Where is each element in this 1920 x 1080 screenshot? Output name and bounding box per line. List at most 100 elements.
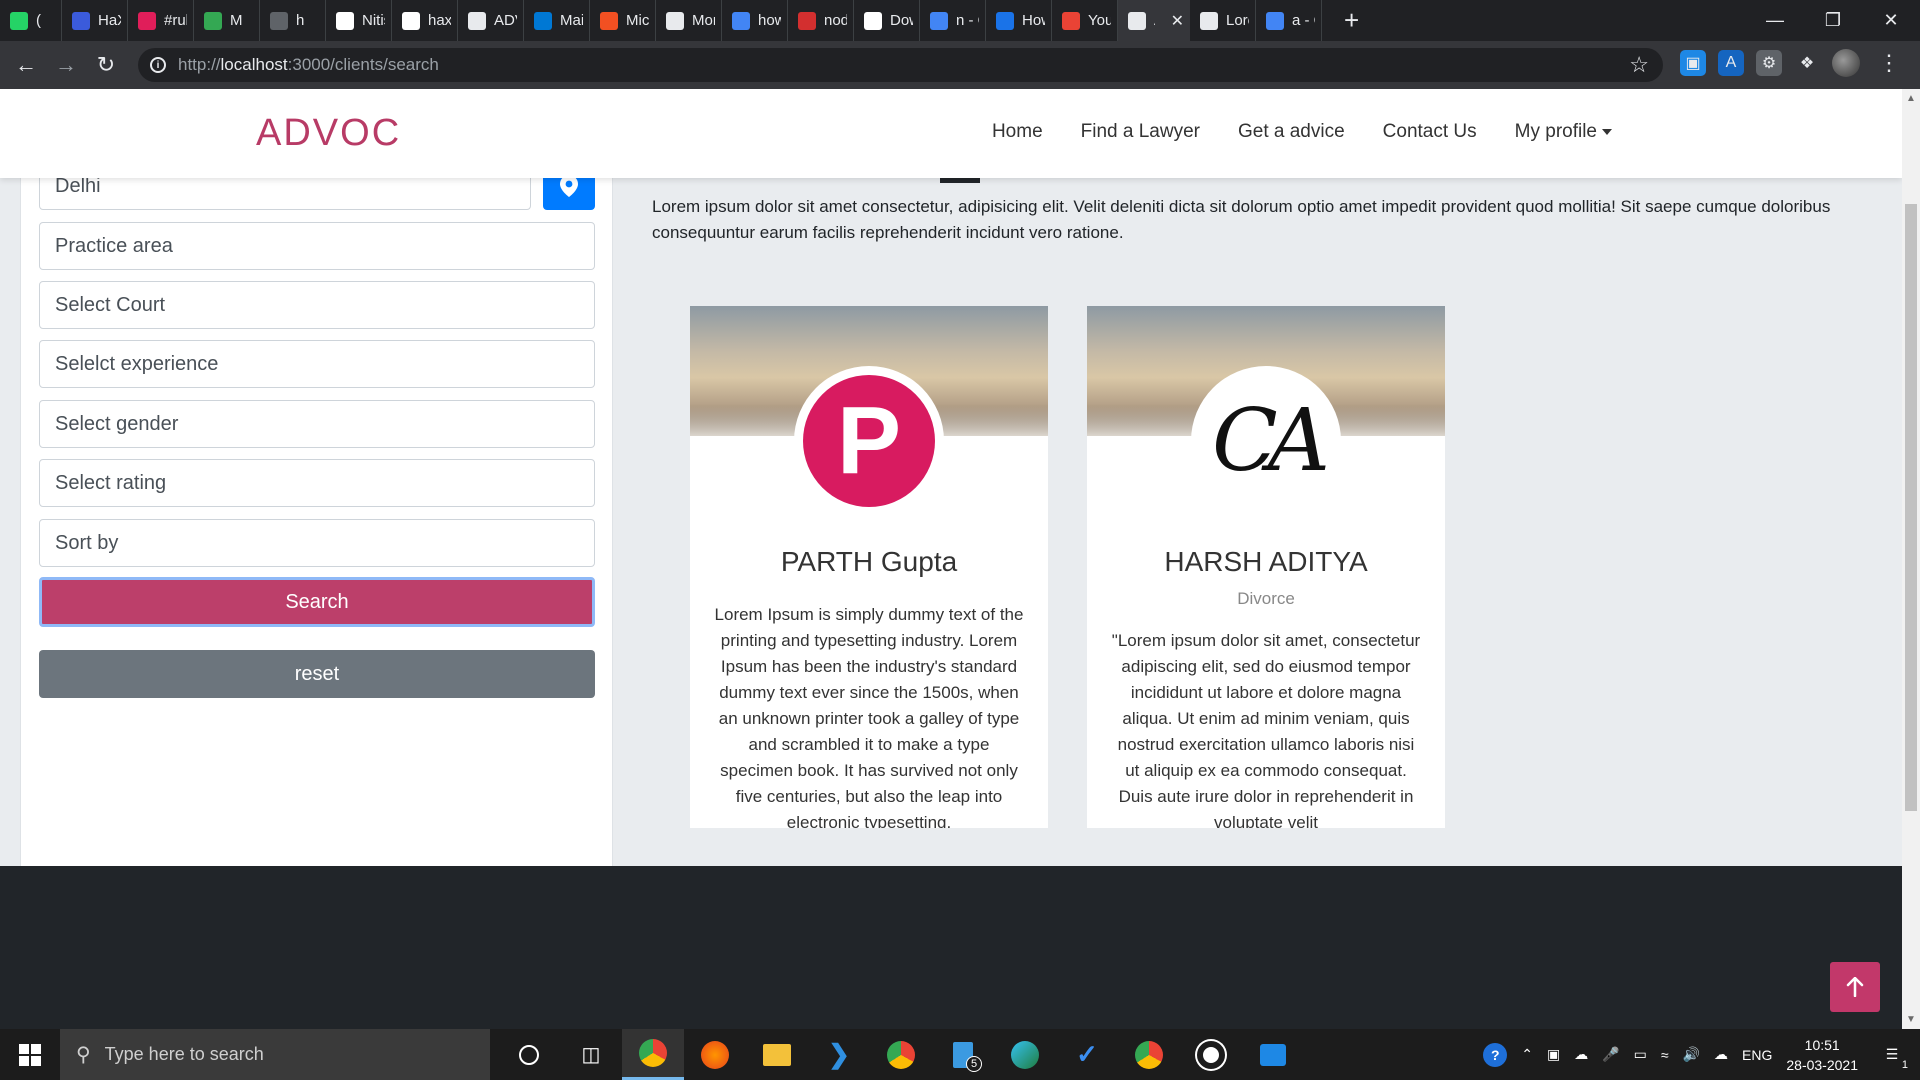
forward-icon[interactable]: → <box>46 45 86 85</box>
vscode-taskbar-icon[interactable]: ❯ <box>808 1029 870 1080</box>
bookmark-star-icon[interactable]: ☆ <box>1629 52 1649 78</box>
nav-my-profile-label: My profile <box>1514 121 1597 142</box>
search-button[interactable]: Search <box>39 577 595 627</box>
site-info-icon[interactable]: i <box>150 57 166 73</box>
minimize-icon[interactable]: — <box>1746 0 1804 41</box>
tab-title: Mail <box>560 12 583 29</box>
tab-favicon-icon <box>72 11 90 30</box>
sort-select[interactable]: Sort by <box>39 519 595 567</box>
browser-toolbar: ← → ↻ i http://localhost:3000/clients/se… <box>0 41 1920 89</box>
wifi-icon[interactable]: ≈ <box>1661 1047 1669 1063</box>
back-icon[interactable]: ← <box>6 45 46 85</box>
extension-gear-icon[interactable]: ⚙ <box>1756 50 1782 76</box>
browser-tab[interactable]: HaXp <box>62 0 128 41</box>
clock[interactable]: 10:51 28-03-2021 <box>1786 1035 1858 1075</box>
browser-tab[interactable]: Your <box>1052 0 1118 41</box>
chrome-taskbar-icon[interactable] <box>622 1029 684 1080</box>
browser-tab[interactable]: haxp <box>392 0 458 41</box>
profile-avatar[interactable] <box>1832 49 1860 77</box>
browser-tab[interactable]: Nitis <box>326 0 392 41</box>
browser-tab[interactable]: h <box>260 0 326 41</box>
file-explorer-icon[interactable] <box>746 1029 808 1080</box>
edge-taskbar-icon[interactable] <box>994 1029 1056 1080</box>
lawyer-bio: "Lorem ipsum dolor sit amet, consectetur… <box>1111 631 1421 828</box>
browser-tab[interactable]: Dow <box>854 0 920 41</box>
browser-tab[interactable]: n - G <box>920 0 986 41</box>
reset-button[interactable]: reset <box>39 650 595 698</box>
help-icon[interactable]: ? <box>1483 1042 1508 1067</box>
tab-favicon-icon <box>270 11 288 30</box>
browser-tab[interactable]: M <box>194 0 260 41</box>
browser-tab[interactable]: Micr <box>590 0 656 41</box>
scroll-thumb[interactable] <box>1905 204 1917 811</box>
chrome-profile-taskbar-icon[interactable] <box>1118 1029 1180 1080</box>
browser-tab[interactable]: node <box>788 0 854 41</box>
nav-links: Home Find a Lawyer Get a advice Contact … <box>992 121 1612 143</box>
browser-tab[interactable]: Mail <box>524 0 590 41</box>
nav-get-advice[interactable]: Get a advice <box>1238 121 1345 143</box>
close-window-icon[interactable]: ✕ <box>1862 0 1920 41</box>
whatsapp-taskbar-icon[interactable] <box>1180 1029 1242 1080</box>
extension-cast-icon[interactable]: ▣ <box>1680 50 1706 76</box>
battery-icon[interactable]: ▭ <box>1634 1046 1647 1063</box>
document-app-icon[interactable]: 5 <box>932 1029 994 1080</box>
nav-find-lawyer[interactable]: Find a Lawyer <box>1081 121 1200 143</box>
tab-title: h <box>296 12 305 29</box>
taskbar-search-box[interactable]: ⚲ Type here to search <box>60 1029 490 1080</box>
court-select[interactable]: Select Court <box>39 281 595 329</box>
windows-start-button[interactable] <box>0 1029 60 1080</box>
task-view-icon[interactable]: ◫ <box>560 1029 622 1080</box>
microphone-icon[interactable]: 🎤 <box>1602 1046 1619 1063</box>
browser-tab[interactable]: ( <box>0 0 62 41</box>
nav-home[interactable]: Home <box>992 121 1043 143</box>
reload-icon[interactable]: ↻ <box>86 45 126 85</box>
tab-favicon-icon <box>468 11 486 30</box>
todo-taskbar-icon[interactable]: ✓ <box>1056 1029 1118 1080</box>
scroll-up-icon[interactable]: ▲ <box>1906 93 1916 104</box>
notification-center-icon[interactable]: ☰ 1 <box>1872 1035 1912 1075</box>
cortana-icon[interactable] <box>498 1029 560 1080</box>
lawyer-card[interactable]: P PARTH Gupta Lorem Ipsum is simply dumm… <box>690 306 1048 828</box>
restore-icon[interactable]: ❐ <box>1804 0 1862 41</box>
language-indicator[interactable]: ENG <box>1742 1047 1772 1063</box>
practice-area-select[interactable]: Practice area <box>39 222 595 270</box>
chrome-alt-taskbar-icon[interactable] <box>870 1029 932 1080</box>
onedrive-icon[interactable]: ☁ <box>1574 1046 1588 1063</box>
volume-icon[interactable]: 🔊 <box>1683 1046 1700 1063</box>
tray-chevron-up-icon[interactable]: ⌃ <box>1521 1046 1533 1063</box>
page-scrollbar[interactable]: ▲ ▼ <box>1902 89 1920 1029</box>
back-to-top-button[interactable] <box>1830 962 1880 1012</box>
avatar-signature: CA <box>1212 391 1330 491</box>
nav-my-profile-dropdown[interactable]: My profile <box>1515 121 1612 143</box>
experience-select[interactable]: Selelct experience <box>39 340 595 388</box>
browser-menu-icon[interactable]: ⋮ <box>1878 50 1900 76</box>
extensions-puzzle-icon[interactable]: ❖ <box>1794 50 1820 76</box>
tab-favicon-icon <box>204 11 222 30</box>
tab-title: #rule <box>164 12 187 29</box>
scroll-down-icon[interactable]: ▼ <box>1906 1014 1916 1025</box>
browser-tab[interactable]: How <box>986 0 1052 41</box>
filter-card: Delhi Practice area Select Court Selelct… <box>20 149 613 946</box>
remote-app-taskbar-icon[interactable] <box>1242 1029 1304 1080</box>
browser-tab[interactable]: A✕ <box>1118 0 1190 41</box>
nav-contact[interactable]: Contact Us <box>1383 121 1477 143</box>
brand-logo[interactable]: ADVOC <box>256 112 401 155</box>
new-tab-button[interactable]: + <box>1344 5 1359 36</box>
browser-tab[interactable]: how <box>722 0 788 41</box>
browser-tab[interactable]: #rule <box>128 0 194 41</box>
browser-tab[interactable]: a - G <box>1256 0 1322 41</box>
app-badge: 5 <box>966 1056 982 1072</box>
firefox-taskbar-icon[interactable] <box>684 1029 746 1080</box>
rating-select[interactable]: Select rating <box>39 459 595 507</box>
extension-a-icon[interactable]: A <box>1718 50 1744 76</box>
gender-select[interactable]: Select gender <box>39 400 595 448</box>
browser-tab[interactable]: Lore <box>1190 0 1256 41</box>
tab-close-icon[interactable]: ✕ <box>1171 11 1184 31</box>
meet-now-icon[interactable]: ▣ <box>1547 1046 1560 1063</box>
browser-tab[interactable]: Mon <box>656 0 722 41</box>
browser-tab[interactable]: ADV <box>458 0 524 41</box>
address-bar[interactable]: i http://localhost:3000/clients/search ☆ <box>138 48 1663 82</box>
clock-time: 10:51 <box>1804 1036 1840 1053</box>
lawyer-card[interactable]: CA HARSH ADITYA Divorce "Lorem ipsum dol… <box>1087 306 1445 828</box>
cloud-sync-icon[interactable]: ☁ <box>1714 1046 1728 1063</box>
